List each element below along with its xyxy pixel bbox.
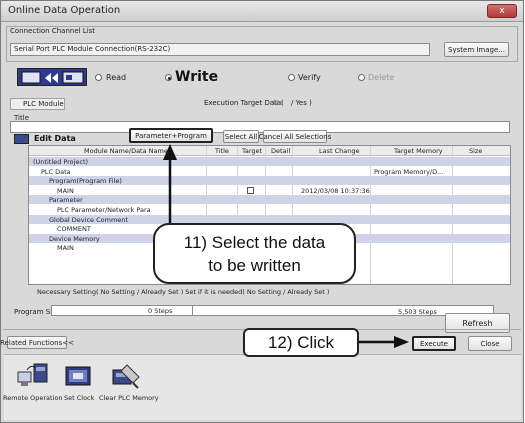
row-name: Parameter [49,196,83,205]
program-capacity: 5,503 Steps [398,308,437,316]
title-bar: Online Data Operation x [1,1,523,22]
row-name: PLC Data [41,167,71,176]
related-functions-button[interactable]: Related Functions<< [0,336,74,349]
write-label: Write [175,69,219,85]
row-name: MAIN [57,244,74,253]
row-name: COMMENT [57,225,91,234]
delete-label: Delete [368,73,395,82]
select-all-button[interactable]: Select All [223,130,259,143]
read-radio[interactable] [95,74,102,81]
table-row[interactable]: PLC Data Program Memory/D... [29,167,510,176]
col-size: Size [469,147,483,155]
table-row[interactable]: MAIN 2012/03/08 10:37:36 [29,186,510,195]
set-clock-label: Set Clock [64,394,95,402]
online-data-operation-window: Online Data Operation x Connection Chann… [0,0,524,423]
callout-select-data: 11) Select the data to be written [153,223,356,284]
necessary-setting-legend: Necessary Setting( No Setting / Already … [37,288,330,296]
clear-plc-memory-item[interactable]: Clear PLC Memory [99,362,159,412]
read-label: Read [106,73,127,82]
cancel-all-selections-button[interactable]: Cancel All Selections [259,130,331,143]
window-title: Online Data Operation [8,5,121,16]
execute-button[interactable]: Execute [412,336,456,351]
callout-click: 12) Click [243,328,359,357]
row-name: Global Device Comment [49,215,128,224]
remote-operation-item[interactable]: Remote Operation [3,362,63,412]
callout-select-line1: 11) Select the data [183,232,326,252]
edit-data-label: Edit Data [34,134,76,143]
verify-radio[interactable] [288,74,295,81]
write-radio[interactable] [165,74,172,81]
plc-module-tab-label: PLC Module [23,100,64,108]
callout-click-text: 12) Click [267,332,335,352]
system-image-button[interactable]: System Image... [444,42,509,57]
close-button[interactable]: Close [468,336,512,351]
remote-operation-icon [17,363,48,386]
set-clock-icon [65,366,91,386]
table-row[interactable]: (Untitled Project) [29,157,510,166]
col-target: Target [242,147,263,155]
col-name: Module Name/Data Name [84,147,168,155]
verify-label: Verify [298,73,321,82]
plc-computer-transfer-icon [17,68,87,86]
row-last-change: 2012/03/08 10:37:36 [301,186,370,195]
table-row[interactable]: Parameter [29,195,510,205]
remote-operation-label: Remote Operation [3,394,63,402]
parameter-program-button[interactable]: Parameter+Program [129,128,213,143]
connection-channel-field: Serial Port PLC Module Connection(RS-232… [10,43,430,56]
program-size-value: 0 Steps [148,307,173,315]
col-title: Title [215,147,229,155]
table-row[interactable]: Program(Program File) [29,176,510,186]
execution-target-label: Execution Target Data( [204,99,284,107]
execution-target-no: No [273,99,283,107]
plc-module-tab[interactable]: PLC Module [10,98,65,110]
row-name: Program(Program File) [49,177,122,186]
table-row[interactable]: PLC Parameter/Network Para [29,205,510,214]
col-target-memory: Target Memory [394,147,443,155]
refresh-button[interactable]: Refresh [445,313,510,333]
row-name: PLC Parameter/Network Para [57,206,151,214]
row-target-checkbox[interactable] [247,186,254,194]
set-clock-item[interactable]: Set Clock [61,362,95,412]
title-input[interactable] [10,121,510,133]
window-close-button[interactable]: x [487,4,517,18]
col-detail: Detail [271,147,291,155]
execution-target-yes: / Yes ) [291,99,312,107]
col-last-change: Last Change [319,147,360,155]
row-name: (Untitled Project) [33,158,89,166]
row-target-memory: Program Memory/D... [374,167,444,176]
clear-plc-memory-label: Clear PLC Memory [99,394,159,402]
row-name: Device Memory [49,234,100,243]
edit-data-icon [14,134,29,144]
table-header: Module Name/Data Name Title Target Detai… [29,146,510,156]
delete-radio[interactable] [358,74,365,81]
callout-select-line2: to be written [208,255,301,275]
row-name: MAIN [57,186,74,195]
connection-channel-label: Connection Channel List [10,27,96,35]
clear-plc-memory-icon [112,364,140,389]
